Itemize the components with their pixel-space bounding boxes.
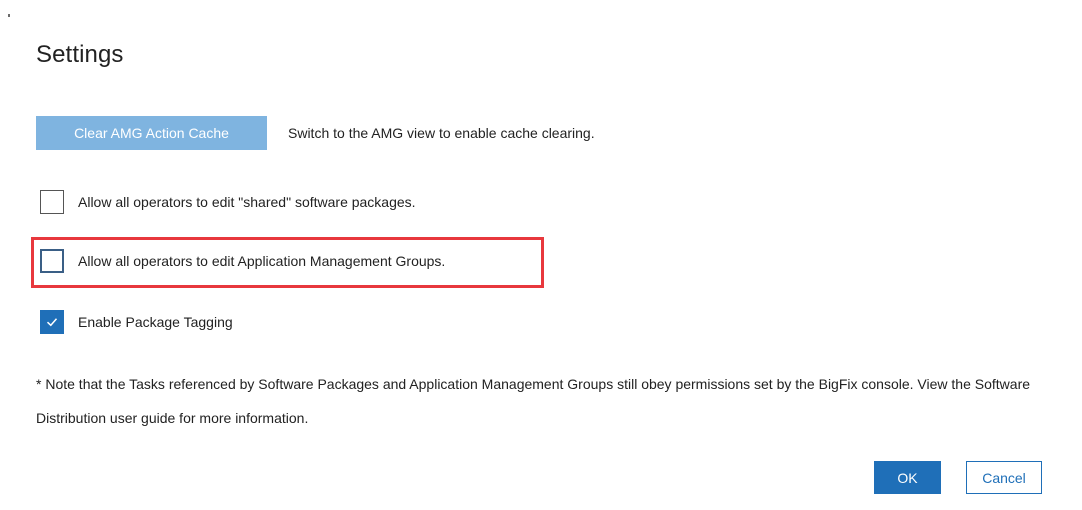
amg-edit-option[interactable]: Allow all operators to edit Application … (40, 249, 445, 273)
package-tagging-option[interactable]: Enable Package Tagging (40, 310, 233, 334)
amg-edit-label: Allow all operators to edit Application … (78, 253, 446, 269)
dialog-footer: OK Cancel (874, 461, 1042, 494)
package-tagging-checkbox[interactable] (40, 310, 64, 334)
corner-mark (8, 14, 10, 17)
checkmark-icon (46, 318, 58, 327)
cache-hint: Switch to the AMG view to enable cache c… (288, 125, 595, 141)
clear-amg-action-cache-button[interactable]: Clear AMG Action Cache (36, 116, 267, 150)
ok-button[interactable]: OK (874, 461, 941, 494)
cache-row: Clear AMG Action Cache Switch to the AMG… (36, 116, 595, 150)
amg-edit-checkbox[interactable] (40, 249, 64, 273)
permissions-note: * Note that the Tasks referenced by Soft… (36, 376, 1031, 426)
package-tagging-label: Enable Package Tagging (78, 314, 233, 330)
shared-packages-label: Allow all operators to edit "shared" sof… (78, 194, 416, 210)
shared-packages-checkbox[interactable] (40, 190, 64, 214)
shared-packages-option[interactable]: Allow all operators to edit "shared" sof… (40, 190, 416, 214)
page-title: Settings (36, 41, 124, 68)
cancel-button[interactable]: Cancel (966, 461, 1042, 494)
settings-dialog: Settings Clear AMG Action Cache Switch t… (0, 0, 1082, 510)
